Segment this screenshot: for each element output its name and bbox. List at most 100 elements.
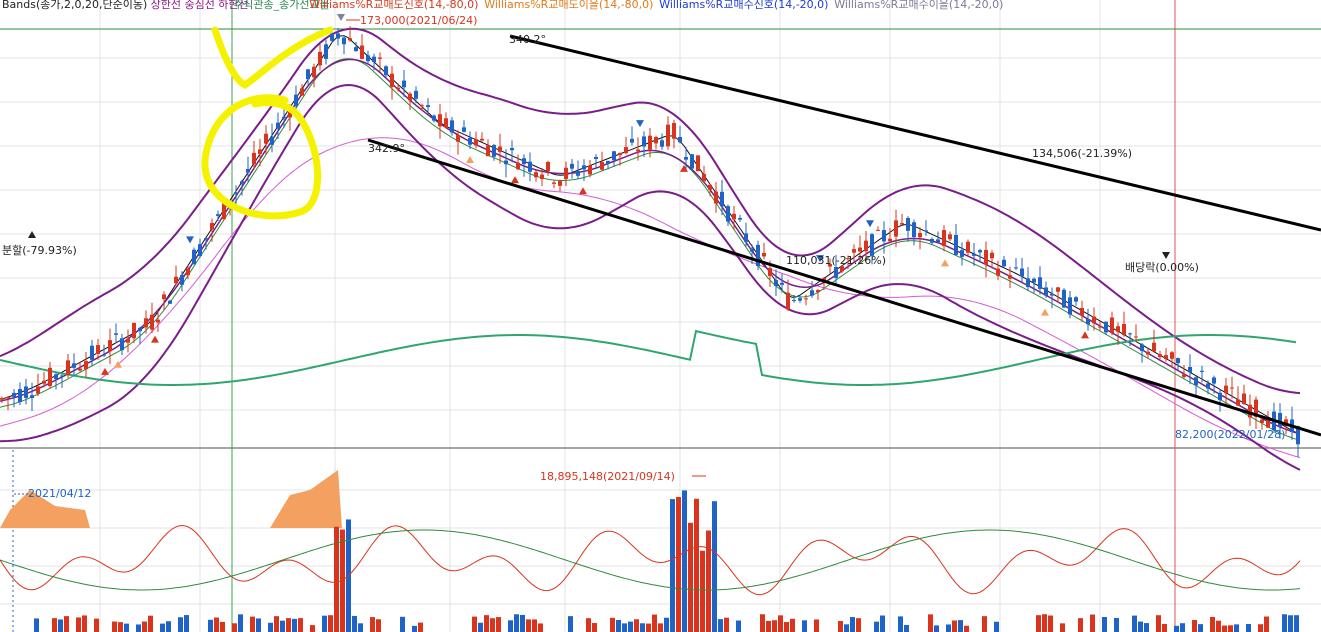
- volume-bar: [994, 621, 999, 632]
- volume-bar: [532, 619, 537, 632]
- candle-body: [1104, 321, 1108, 333]
- candle-body: [762, 252, 766, 257]
- candle-body: [468, 137, 472, 145]
- volume-bar: [1192, 619, 1197, 632]
- candle-body: [738, 217, 742, 220]
- candle-body: [618, 152, 622, 156]
- volume-bar: [622, 623, 627, 632]
- candle-body: [1008, 275, 1012, 279]
- candle-body: [42, 380, 46, 384]
- chart-background: [0, 0, 1321, 632]
- volume-bar: [670, 499, 675, 632]
- stock-chart[interactable]: Bands(종가,2,0,20,단순이동) 상한선 중심선 하한선주식관종_종가선…: [0, 0, 1321, 632]
- volume-bar: [166, 621, 171, 632]
- candle-body: [648, 135, 652, 150]
- candle-body: [966, 241, 970, 253]
- volume-bar: [322, 615, 327, 632]
- volume-bar: [952, 620, 957, 632]
- volume-bar: [568, 616, 573, 632]
- volume-bar: [274, 616, 279, 632]
- volume-bar: [586, 618, 591, 632]
- legend-item: Williams%R교매수신호(14,-20,0): [659, 0, 828, 11]
- volume-bar: [1078, 618, 1083, 632]
- volume-bar: [286, 618, 291, 632]
- volume-bar: [358, 623, 363, 632]
- candle-body: [114, 333, 118, 335]
- candle-body: [702, 173, 706, 182]
- candle-body: [444, 118, 448, 128]
- pct-upper-label: 134,506(-21.39%): [1032, 147, 1132, 160]
- candle-body: [390, 73, 394, 87]
- candle-body: [252, 152, 256, 165]
- volume-bar: [664, 617, 669, 632]
- volume-bar: [64, 616, 69, 632]
- candle-body: [270, 136, 274, 145]
- candle-body: [372, 56, 376, 63]
- candle-body: [156, 319, 160, 323]
- volume-bar: [628, 621, 633, 632]
- candle-body: [450, 120, 454, 133]
- candle-body: [804, 298, 808, 300]
- volume-bar: [478, 622, 483, 632]
- candle-body: [1158, 354, 1162, 358]
- candle-body: [954, 234, 958, 255]
- candle-body: [1170, 352, 1174, 359]
- volume-bar: [880, 615, 885, 632]
- candle-body: [504, 160, 508, 165]
- candle-body: [582, 165, 586, 170]
- candle-body: [1098, 326, 1102, 328]
- candle-body: [1116, 326, 1120, 332]
- candle-body: [612, 151, 616, 161]
- volume-bar: [184, 615, 189, 632]
- candle-body: [210, 222, 214, 230]
- candle-body: [972, 253, 976, 256]
- candle-body: [120, 338, 124, 351]
- candle-body: [978, 250, 982, 253]
- candle-body: [654, 137, 658, 144]
- candle-body: [624, 147, 628, 154]
- candle-body: [126, 338, 130, 343]
- candle-body: [756, 244, 760, 267]
- candle-body: [984, 249, 988, 265]
- volume-bar: [1216, 620, 1221, 632]
- candle-body: [432, 115, 436, 121]
- volume-bar: [496, 617, 501, 632]
- candle-body: [414, 90, 418, 99]
- candle-body: [462, 127, 466, 132]
- legend-item: Williams%R교매도이을(14,-80,0): [484, 0, 653, 11]
- candle-body: [366, 55, 370, 62]
- candle-body: [456, 135, 460, 142]
- candle-body: [12, 392, 16, 397]
- candle-body: [570, 163, 574, 169]
- volume-bar: [1234, 624, 1239, 632]
- volume-bar: [232, 623, 237, 632]
- candle: [756, 240, 760, 271]
- volume-bar: [418, 622, 423, 632]
- candle-body: [1176, 358, 1180, 364]
- candle-body: [18, 389, 22, 403]
- volume-bar: [208, 619, 213, 632]
- candle-body: [240, 181, 244, 184]
- volume-bar: [250, 616, 255, 632]
- volume-bar: [508, 620, 513, 632]
- legend-item: Williams%R교매수이을(14,-20,0): [834, 0, 1003, 11]
- volume-bar: [1162, 623, 1167, 632]
- volume-bar: [736, 620, 741, 632]
- volume-bar: [904, 625, 909, 632]
- volume-bar: [34, 618, 39, 632]
- candle-body: [78, 368, 82, 371]
- candle-body: [306, 69, 310, 80]
- candle-body: [492, 145, 496, 157]
- candle-body: [0, 398, 4, 400]
- candle-body: [1020, 268, 1024, 277]
- volume-bar: [1258, 624, 1263, 632]
- candle-body: [174, 276, 178, 284]
- volume-bar: [718, 619, 723, 632]
- volume-bar: [658, 623, 663, 632]
- candle-body: [858, 247, 862, 252]
- volume-bar: [76, 617, 81, 632]
- candle-body: [1128, 333, 1132, 335]
- candle-body: [924, 230, 928, 232]
- candle-body: [1194, 377, 1198, 386]
- candle-body: [576, 170, 580, 176]
